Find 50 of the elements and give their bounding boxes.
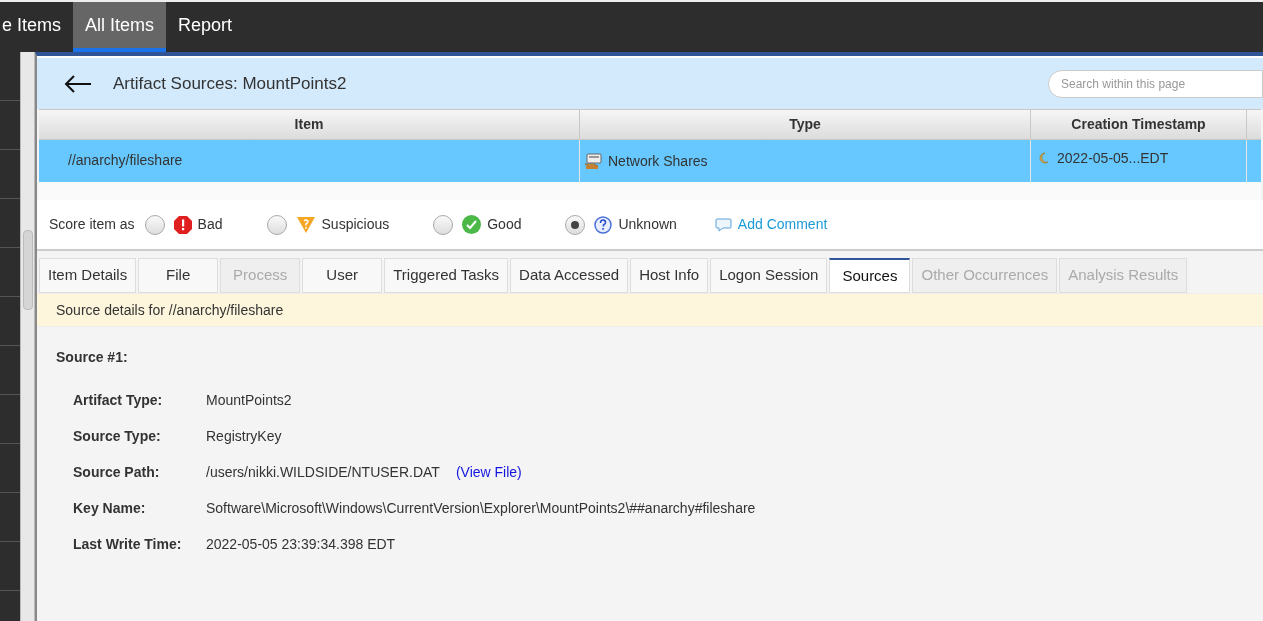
radio-button[interactable] [565,214,586,235]
alert-icon [173,215,192,234]
detail-tab[interactable]: Data Accessed [510,258,629,293]
field-label: Artifact Type: [73,390,164,410]
field-label: Last Write Time: [73,534,183,554]
column-header[interactable]: Item [39,110,580,139]
scrollbar[interactable] [20,52,35,621]
detail-tab[interactable]: File [138,258,219,293]
radio-label[interactable]: Good [487,214,522,235]
column-header[interactable]: Type [580,110,1031,139]
info-banner: Source details for //anarchy/fileshare [37,293,1263,327]
search-field[interactable]: Search within this page [1048,69,1263,98]
radio-label[interactable]: Suspicious [321,214,390,235]
radio-button[interactable] [266,214,287,235]
radio-button[interactable] [433,214,454,235]
section-heading: Source #1: [56,348,129,367]
moon-icon [1039,152,1049,164]
field-value: Software\Microsoft\Windows\CurrentVersion\Explorer\MountPoints2\##anarchy#fileshare [206,498,756,518]
check-icon [462,215,482,234]
field-label: Key Name: [73,498,147,518]
detail-tab[interactable]: Item Details [39,258,137,293]
score-label: Score item as [49,215,135,234]
radio-button[interactable] [144,214,165,235]
column-header[interactable]: Creation Timestamp [1031,110,1247,139]
nav-tab[interactable]: Report [166,2,245,52]
field-value: /users/nikki.WILDSIDE/NTUSER.DAT [206,462,440,482]
page-title: Artifact Sources: MountPoints2 [113,72,347,95]
detail-tab[interactable]: Logon Session [710,258,828,293]
field-label: Source Type: [73,426,162,446]
detail-tab[interactable]: Triggered Tasks [384,258,509,293]
table-cell-text: 2022-05-05...EDT [1057,149,1169,168]
network-share-icon [584,152,604,170]
warning-icon [295,215,316,234]
nav-tab[interactable]: e Items [0,2,74,52]
field-value: MountPoints2 [206,390,292,410]
detail-tab[interactable]: Host Info [630,258,709,293]
nav-tab[interactable]: All Items [73,2,167,52]
field-value: 2022-05-05 23:39:34.398 EDT [206,534,396,554]
back-arrow-icon[interactable] [63,73,93,94]
help-icon [594,215,613,234]
detail-tab[interactable]: User [302,258,383,293]
table-cell-text: Network Shares [608,151,708,171]
view-file-link[interactable]: (View File) [455,461,522,483]
field-value: RegistryKey [206,426,282,446]
speech-bubble-icon [714,217,732,232]
radio-label[interactable]: Unknown [618,214,677,235]
table-row[interactable]: //anarchy/fileshare Network Shares 2022-05-05...EDT [39,140,1261,182]
detail-tab[interactable]: Sources [829,258,911,293]
radio-label[interactable]: Bad [197,214,223,235]
field-label: Source Path: [73,462,161,482]
